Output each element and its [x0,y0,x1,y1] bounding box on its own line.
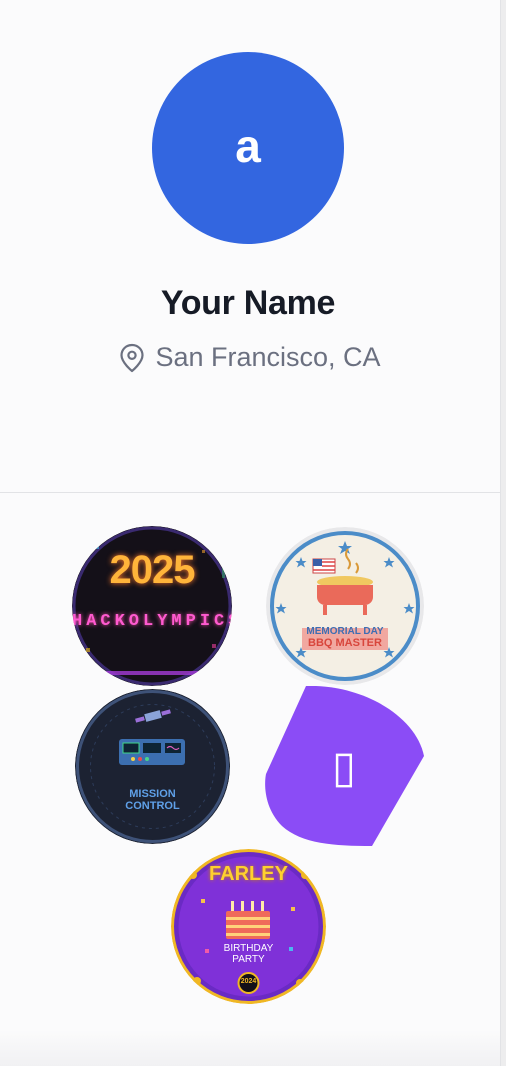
badge-hackolympics[interactable]: 2025 HACKOLYMPICS [72,526,232,686]
badge-farley-year: 2024 [240,978,257,985]
avatar[interactable]: a [152,52,344,244]
badge-mission-control-line2: CONTROL [125,800,180,812]
badge-mission-control[interactable]: MISSION CONTROL [75,689,230,844]
location-text: San Francisco, CA [155,342,381,372]
badge-farley-birthday[interactable]: FARLEY BIRTHDAY PARTY 2024 [171,849,326,1004]
placeholder-glyph-icon: ▯ [331,742,357,793]
badge-farley-line1: BIRTHDAY [223,943,274,954]
section-divider [0,492,500,493]
map-pin-icon [119,343,145,373]
profile-location: San Francisco, CA [0,342,500,373]
badge-memorial-day-line2: BBQ MASTER [308,637,382,649]
badge-hackolympics-year: 2025 [109,548,196,592]
profile-page: a Your Name San Francisco, CA 2025 HACKO… [0,0,506,1066]
badge-memorial-day-line1: MEMORIAL DAY [306,626,384,637]
scrollbar-track[interactable] [500,0,506,1066]
badge-mission-control-line1: MISSION [129,788,176,800]
avatar-initial: a [235,120,261,172]
badge-memorial-day-bbq[interactable]: MEMORIAL DAY BBQ MASTER [266,527,424,685]
profile-header: a Your Name San Francisco, CA [0,0,500,492]
badge-hackolympics-title: HACKOLYMPICS [72,612,232,631]
badge-farley-line2: PARTY [232,954,265,965]
profile-name: Your Name [160,284,336,322]
badge-purple-placeholder[interactable]: ▯ [264,686,424,846]
bottom-fade [0,1030,500,1066]
badge-farley-name: FARLEY [209,863,288,885]
